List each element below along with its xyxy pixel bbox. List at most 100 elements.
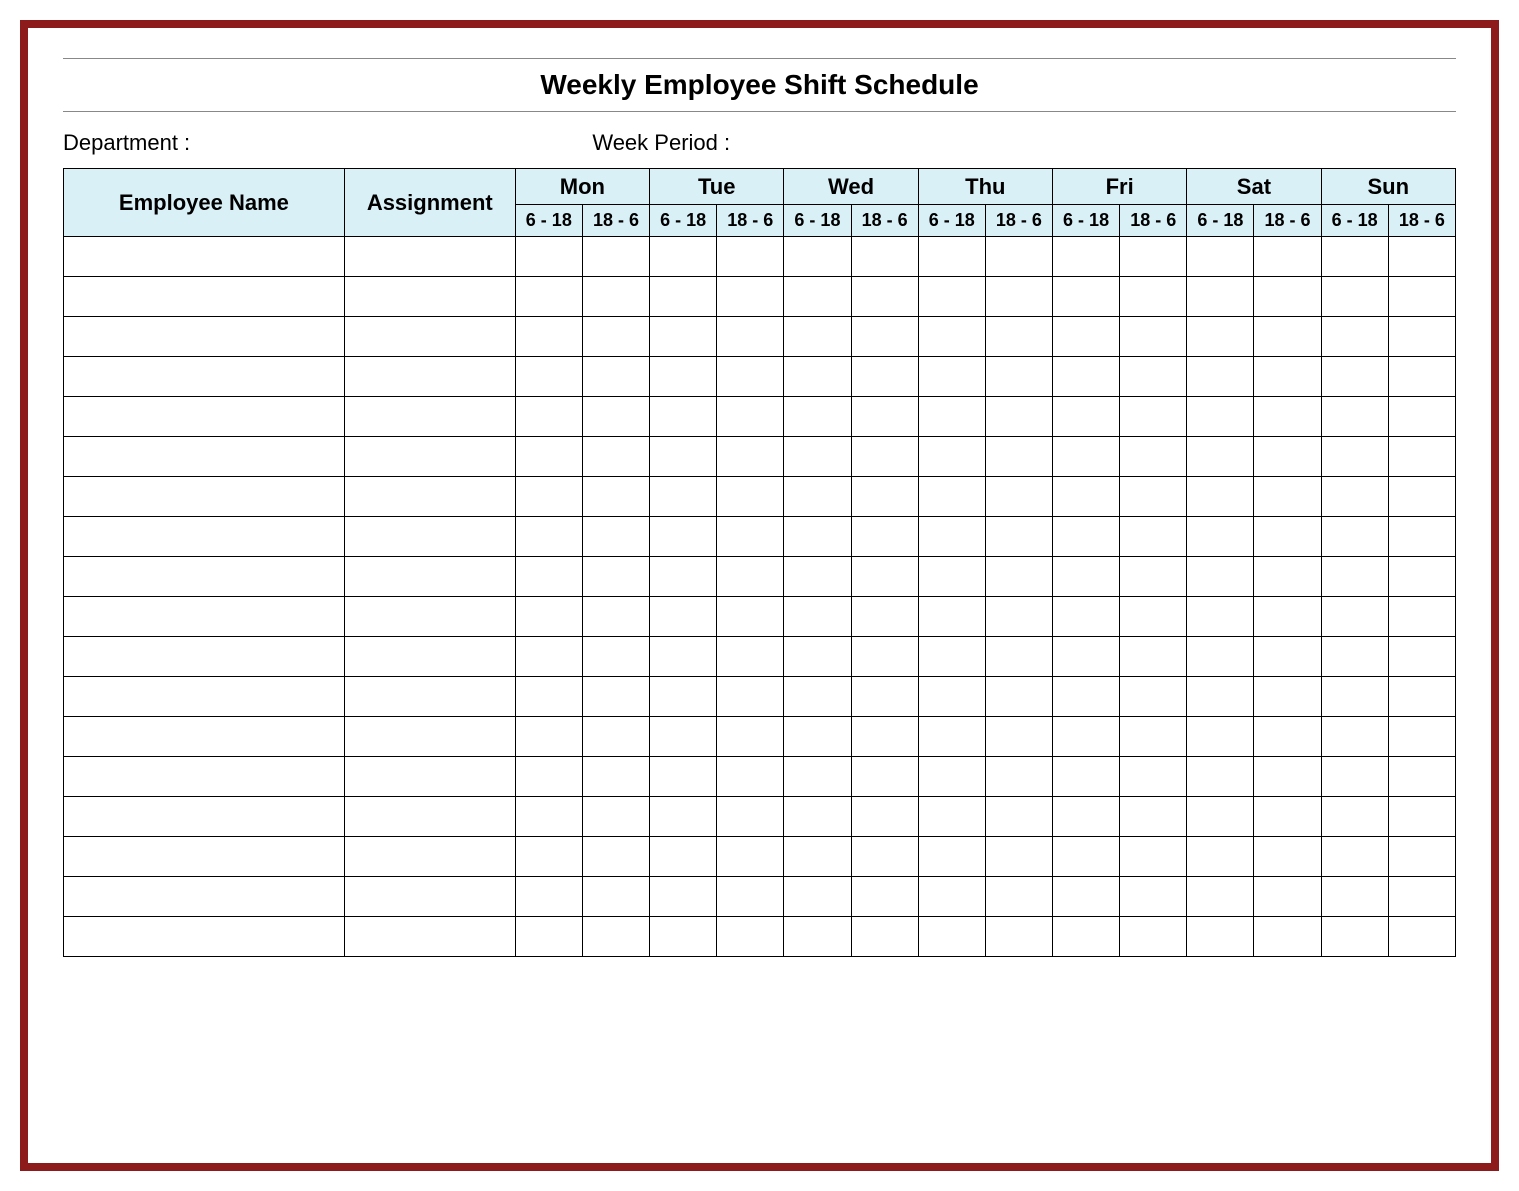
table-cell[interactable] [344, 797, 515, 837]
table-cell[interactable] [851, 877, 918, 917]
table-cell[interactable] [1254, 557, 1321, 597]
table-cell[interactable] [784, 317, 851, 357]
table-cell[interactable] [344, 477, 515, 517]
table-cell[interactable] [1053, 277, 1120, 317]
table-cell[interactable] [64, 517, 345, 557]
table-cell[interactable] [515, 557, 582, 597]
table-cell[interactable] [650, 477, 717, 517]
table-cell[interactable] [851, 797, 918, 837]
table-cell[interactable] [1187, 837, 1254, 877]
table-cell[interactable] [344, 397, 515, 437]
table-cell[interactable] [64, 917, 345, 957]
table-cell[interactable] [985, 837, 1052, 877]
table-cell[interactable] [918, 277, 985, 317]
table-cell[interactable] [985, 317, 1052, 357]
table-cell[interactable] [851, 517, 918, 557]
table-cell[interactable] [1053, 397, 1120, 437]
table-cell[interactable] [717, 677, 784, 717]
table-cell[interactable] [784, 517, 851, 557]
table-cell[interactable] [515, 757, 582, 797]
table-cell[interactable] [515, 797, 582, 837]
table-cell[interactable] [1120, 317, 1187, 357]
table-cell[interactable] [1254, 317, 1321, 357]
table-cell[interactable] [717, 557, 784, 597]
table-cell[interactable] [1254, 357, 1321, 397]
table-cell[interactable] [1254, 677, 1321, 717]
table-cell[interactable] [1187, 517, 1254, 557]
table-cell[interactable] [717, 877, 784, 917]
table-cell[interactable] [717, 837, 784, 877]
table-cell[interactable] [851, 357, 918, 397]
table-cell[interactable] [344, 717, 515, 757]
table-cell[interactable] [1120, 277, 1187, 317]
table-cell[interactable] [344, 357, 515, 397]
table-cell[interactable] [1120, 477, 1187, 517]
table-cell[interactable] [1120, 797, 1187, 837]
table-cell[interactable] [1120, 237, 1187, 277]
table-cell[interactable] [515, 677, 582, 717]
table-cell[interactable] [985, 877, 1052, 917]
table-cell[interactable] [650, 877, 717, 917]
table-cell[interactable] [1053, 357, 1120, 397]
table-cell[interactable] [1321, 517, 1388, 557]
table-cell[interactable] [515, 517, 582, 557]
table-cell[interactable] [1187, 757, 1254, 797]
table-cell[interactable] [985, 437, 1052, 477]
table-cell[interactable] [918, 717, 985, 757]
table-cell[interactable] [1120, 717, 1187, 757]
table-cell[interactable] [784, 877, 851, 917]
table-cell[interactable] [1321, 237, 1388, 277]
table-cell[interactable] [1187, 917, 1254, 957]
table-cell[interactable] [717, 317, 784, 357]
table-cell[interactable] [344, 277, 515, 317]
table-cell[interactable] [1187, 717, 1254, 757]
table-cell[interactable] [1388, 757, 1455, 797]
table-cell[interactable] [582, 237, 649, 277]
table-cell[interactable] [1120, 397, 1187, 437]
table-cell[interactable] [515, 237, 582, 277]
table-cell[interactable] [918, 397, 985, 437]
table-cell[interactable] [1254, 917, 1321, 957]
table-cell[interactable] [1053, 757, 1120, 797]
table-cell[interactable] [784, 237, 851, 277]
table-cell[interactable] [851, 477, 918, 517]
table-cell[interactable] [64, 557, 345, 597]
table-cell[interactable] [1254, 397, 1321, 437]
table-cell[interactable] [64, 837, 345, 877]
table-cell[interactable] [582, 397, 649, 437]
table-cell[interactable] [64, 677, 345, 717]
table-cell[interactable] [1254, 437, 1321, 477]
table-cell[interactable] [1187, 637, 1254, 677]
table-cell[interactable] [1053, 317, 1120, 357]
table-cell[interactable] [1120, 557, 1187, 597]
table-cell[interactable] [1321, 757, 1388, 797]
table-cell[interactable] [64, 317, 345, 357]
table-cell[interactable] [1388, 317, 1455, 357]
table-cell[interactable] [1254, 757, 1321, 797]
table-cell[interactable] [582, 477, 649, 517]
table-cell[interactable] [650, 757, 717, 797]
table-cell[interactable] [851, 757, 918, 797]
table-cell[interactable] [344, 677, 515, 717]
table-cell[interactable] [1187, 877, 1254, 917]
table-cell[interactable] [985, 917, 1052, 957]
table-cell[interactable] [985, 517, 1052, 557]
table-cell[interactable] [1321, 277, 1388, 317]
table-cell[interactable] [1053, 677, 1120, 717]
table-cell[interactable] [717, 437, 784, 477]
table-cell[interactable] [344, 597, 515, 637]
table-cell[interactable] [1254, 517, 1321, 557]
table-cell[interactable] [515, 637, 582, 677]
table-cell[interactable] [1388, 437, 1455, 477]
table-cell[interactable] [717, 597, 784, 637]
table-cell[interactable] [515, 597, 582, 637]
table-cell[interactable] [582, 317, 649, 357]
table-cell[interactable] [1187, 277, 1254, 317]
table-cell[interactable] [64, 357, 345, 397]
table-cell[interactable] [64, 797, 345, 837]
table-cell[interactable] [1053, 437, 1120, 477]
table-cell[interactable] [1187, 557, 1254, 597]
table-cell[interactable] [1120, 637, 1187, 677]
table-cell[interactable] [851, 237, 918, 277]
table-cell[interactable] [64, 597, 345, 637]
